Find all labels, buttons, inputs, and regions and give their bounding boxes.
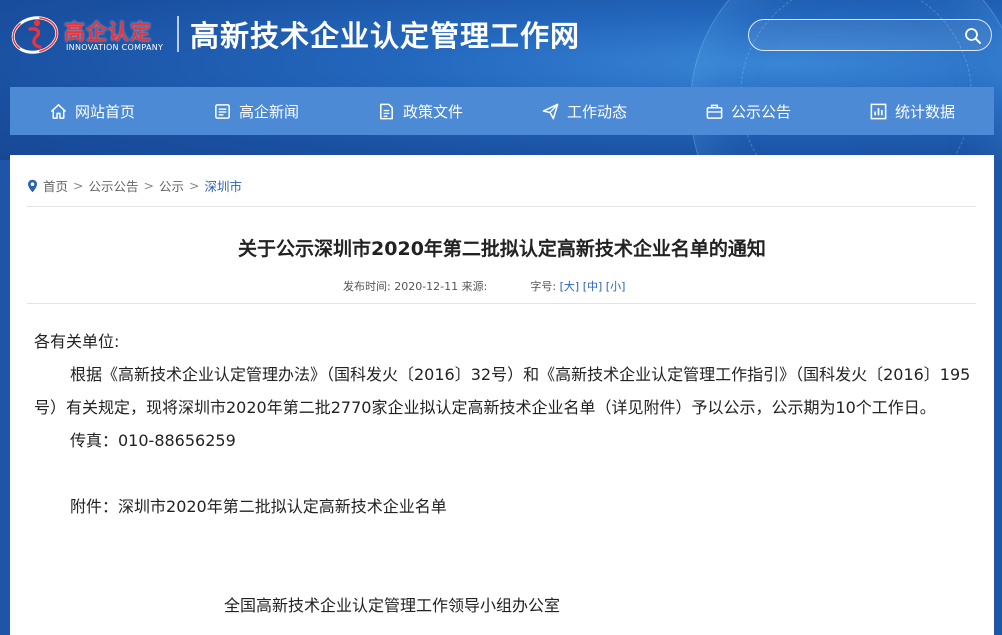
nav-item-statistics[interactable]: 统计数据 — [830, 87, 994, 135]
publish-label: 发布时间: — [343, 280, 391, 293]
nav-item-announcements[interactable]: 公示公告 — [666, 87, 830, 135]
document-icon — [380, 103, 393, 119]
search-box — [748, 19, 992, 51]
greeting: 各有关单位: — [34, 332, 120, 351]
article-paragraph: 根据《高新技术企业认定管理办法》（国科发火〔2016〕32号）和《高新技术企业认… — [34, 365, 971, 417]
font-size-label: 字号: — [530, 280, 557, 293]
nav-label: 高企新闻 — [238, 102, 299, 121]
article-title: 关于公示深圳市2020年第二批拟认定高新技术企业名单的通知 — [238, 238, 766, 260]
attachment-link[interactable]: 深圳市2020年第二批拟认定高新技术企业名单 — [118, 497, 447, 516]
breadcrumb-publicity[interactable]: 公示 — [159, 176, 184, 195]
attachment-line: 附件：深圳市2020年第二批拟认定高新技术企业名单 — [34, 490, 974, 523]
divider — [27, 303, 976, 304]
article-panel: 首页 > 公示公告 > 公示 > 深圳市 关于公示深圳市2020年第二批拟认定高… — [10, 155, 994, 635]
publish-date: 2020-12-11 — [394, 280, 459, 293]
nav-label: 公示公告 — [730, 102, 791, 121]
chart-icon — [870, 103, 887, 119]
breadcrumb-announcements[interactable]: 公示公告 — [89, 176, 139, 195]
home-icon — [50, 103, 67, 119]
divider — [27, 206, 976, 207]
source-label: 来源: — [461, 280, 488, 293]
briefcase-icon — [706, 104, 723, 119]
logo-english-text: INNOVATION COMPANY — [66, 43, 164, 52]
nav-label: 统计数据 — [894, 102, 955, 121]
breadcrumb-current[interactable]: 深圳市 — [205, 176, 243, 195]
font-medium-link[interactable]: [中] — [583, 280, 603, 293]
fax-line: 传真：010-88656259 — [70, 431, 236, 450]
logo-swirl-icon — [11, 16, 59, 54]
breadcrumb-separator: > — [143, 178, 154, 193]
site-header: 高企认定 INNOVATION COMPANY 高新技术企业认定管理工作网 — [0, 0, 1002, 160]
nav-label: 政策文件 — [402, 102, 463, 121]
font-large-link[interactable]: [大] — [560, 280, 580, 293]
site-title: 高新技术企业认定管理工作网 — [190, 19, 581, 53]
article-body: 各有关单位: 根据《高新技术企业认定管理办法》（国科发火〔2016〕32号）和《… — [34, 325, 974, 523]
nav-item-news[interactable]: 高企新闻 — [174, 87, 338, 135]
breadcrumb: 首页 > 公示公告 > 公示 > 深圳市 — [27, 176, 242, 195]
font-small-link[interactable]: [小] — [606, 280, 626, 293]
logo-divider — [177, 16, 179, 52]
main-nav: 网站首页 高企新闻 政策文件 工作动态 公示公告 统计数据 — [10, 87, 994, 135]
breadcrumb-separator: > — [73, 178, 84, 193]
news-icon — [215, 103, 230, 119]
nav-label: 网站首页 — [74, 102, 135, 121]
paper-plane-icon — [542, 103, 559, 119]
search-input[interactable] — [763, 25, 957, 47]
site-logo[interactable]: 高企认定 INNOVATION COMPANY — [10, 12, 170, 56]
search-icon[interactable] — [963, 26, 983, 46]
nav-item-work-news[interactable]: 工作动态 — [502, 87, 666, 135]
article-meta: 发布时间: 2020-12-11 来源: 字号: [大] [中] [小] — [343, 278, 625, 294]
signature: 全国高新技术企业认定管理工作领导小组办公室 — [224, 596, 561, 615]
attachment-label: 附件： — [70, 497, 119, 516]
logo-chinese-text: 高企认定 — [64, 20, 152, 44]
nav-item-policy[interactable]: 政策文件 — [338, 87, 502, 135]
nav-label: 工作动态 — [566, 102, 627, 121]
nav-item-home[interactable]: 网站首页 — [10, 87, 174, 135]
location-pin-icon — [28, 179, 37, 192]
breadcrumb-home[interactable]: 首页 — [43, 176, 68, 195]
breadcrumb-separator: > — [189, 178, 200, 193]
